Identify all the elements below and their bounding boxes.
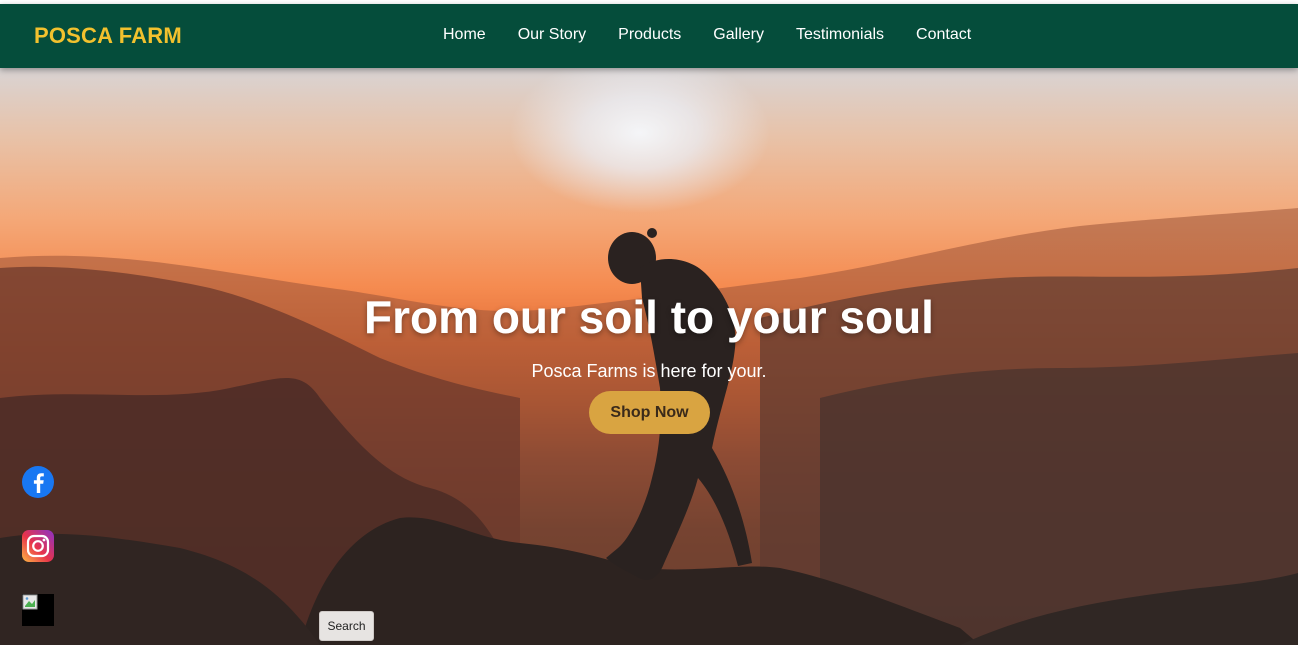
hero-title: From our soil to your soul bbox=[364, 291, 934, 343]
facebook-icon[interactable] bbox=[22, 466, 54, 498]
nav-home-link[interactable]: Home bbox=[443, 26, 486, 44]
nav-links: Home Our Story Products Gallery Testimon… bbox=[443, 26, 971, 44]
nav-testimonials-link[interactable]: Testimonials bbox=[796, 26, 884, 44]
brand-logo[interactable]: POSCA FARM bbox=[34, 23, 182, 49]
nav-products-link[interactable]: Products bbox=[618, 26, 681, 44]
navbar: POSCA FARM Home Our Story Products Galle… bbox=[0, 4, 1298, 68]
nav-gallery-link[interactable]: Gallery bbox=[713, 26, 764, 44]
nav-our-story-link[interactable]: Our Story bbox=[518, 26, 586, 44]
hero-background-image bbox=[0, 208, 1298, 645]
search-button[interactable]: Search bbox=[319, 611, 374, 641]
broken-image-icon[interactable] bbox=[22, 594, 54, 626]
hero-subtitle: Posca Farms is here for your. bbox=[531, 361, 767, 381]
nav-contact-link[interactable]: Contact bbox=[916, 26, 971, 44]
instagram-icon[interactable] bbox=[22, 530, 54, 562]
shop-now-button[interactable]: Shop Now bbox=[589, 391, 710, 434]
hero-section: From our soil to your soul Posca Farms i… bbox=[0, 68, 1298, 645]
